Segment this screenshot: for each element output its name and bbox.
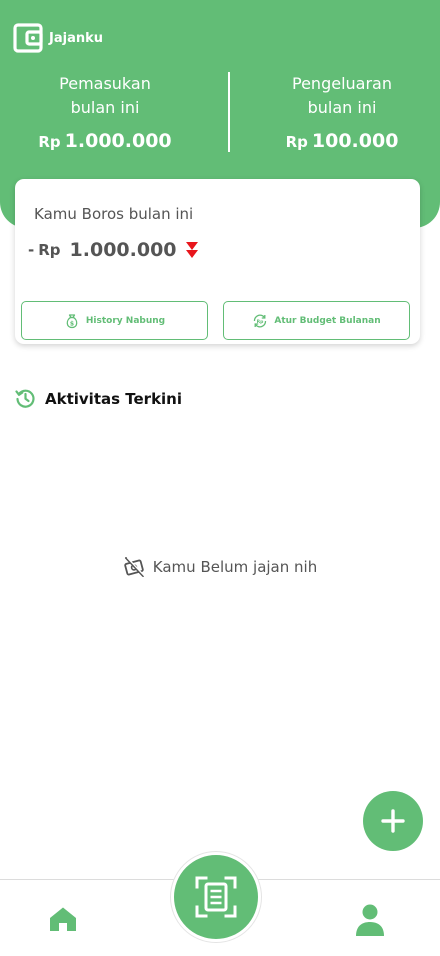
- empty-state-text: Kamu Belum jajan nih: [152, 558, 318, 576]
- income-label-line2: bulan ini: [70, 98, 140, 117]
- income-summary: Pemasukan bulan ini Rp 1.000.000: [10, 72, 200, 152]
- empty-state: Kamu Belum jajan nih: [0, 556, 440, 578]
- income-currency: Rp: [38, 133, 61, 151]
- income-label-line1: Pemasukan: [59, 74, 151, 93]
- expense-amount: 100.000: [311, 130, 399, 152]
- expense-label-line2: bulan ini: [307, 98, 377, 117]
- plus-icon: [381, 809, 405, 833]
- no-cash-icon: [124, 557, 145, 577]
- home-icon[interactable]: [49, 906, 77, 932]
- overspend-sign: -: [28, 241, 35, 259]
- summary-divider: [228, 72, 230, 152]
- expense-summary: Pengeluaran bulan ini Rp 100.000: [247, 72, 437, 152]
- app-logo: Jajanku: [13, 22, 103, 54]
- scan-receipt-button[interactable]: [171, 852, 261, 942]
- overspend-card: Kamu Boros bulan ini - Rp 1.000.000 $ Hi…: [15, 179, 420, 344]
- history-nabung-label: History Nabung: [85, 315, 166, 326]
- overspend-amount-row: - Rp 1.000.000: [28, 239, 199, 261]
- app-name: Jajanku: [49, 30, 103, 46]
- receipt-scan-icon: [195, 876, 237, 918]
- overspend-amount: 1.000.000: [69, 239, 177, 261]
- double-arrow-down-icon: [185, 242, 198, 258]
- expense-label-line1: Pengeluaran: [292, 74, 392, 93]
- atur-budget-label: Atur Budget Bulanan: [274, 315, 381, 326]
- recent-activity-header: Aktivitas Terkini: [15, 388, 182, 409]
- wallet-icon: [13, 23, 43, 53]
- atur-budget-button[interactable]: Rp Atur Budget Bulanan: [223, 301, 410, 340]
- expense-currency: Rp: [285, 133, 308, 151]
- income-amount: 1.000.000: [64, 130, 172, 152]
- overspend-currency: Rp: [38, 241, 61, 259]
- money-bag-icon: $: [66, 313, 78, 328]
- history-nabung-button[interactable]: $ History Nabung: [21, 301, 208, 340]
- expense-amount-row: Rp 100.000: [247, 130, 437, 152]
- svg-text:$: $: [70, 320, 74, 327]
- history-icon: [15, 389, 35, 408]
- recent-activity-title: Aktivitas Terkini: [45, 389, 183, 408]
- income-amount-row: Rp 1.000.000: [10, 130, 200, 152]
- overspend-title: Kamu Boros bulan ini: [34, 205, 194, 223]
- add-transaction-button[interactable]: [363, 791, 423, 851]
- svg-text:Rp: Rp: [257, 319, 264, 325]
- refresh-budget-icon: Rp: [254, 314, 267, 327]
- user-icon[interactable]: [355, 903, 385, 937]
